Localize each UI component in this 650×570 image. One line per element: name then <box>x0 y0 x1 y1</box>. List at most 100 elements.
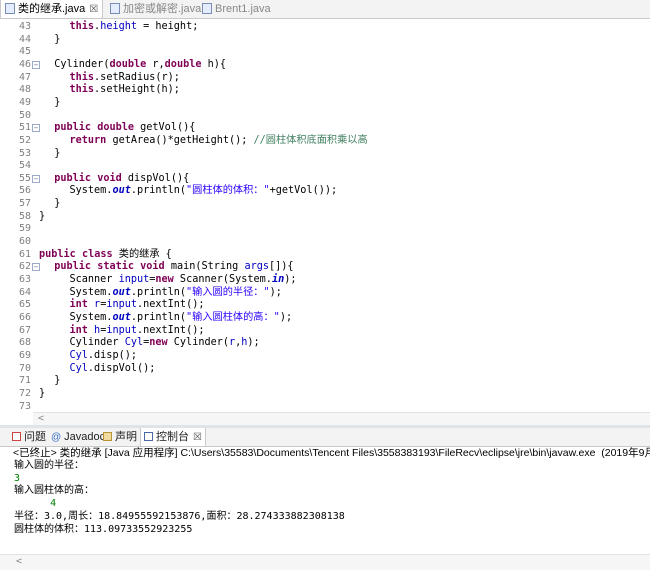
code-line[interactable]: 56 System.out.println("圆柱体的体积："+getVol())… <box>11 185 650 198</box>
code-text: Cyl.disp(); <box>69 349 137 361</box>
line-number: 43 <box>18 21 31 32</box>
tab-label: 控制台 <box>156 431 189 443</box>
code-line[interactable]: 47 this.setRadius(r); <box>11 72 650 85</box>
code-line[interactable]: 44} <box>11 34 650 47</box>
console-output[interactable]: <已终止> 类的继承 [Java 应用程序] C:\Users\35583\Do… <box>0 447 650 569</box>
code-text: System.out.println("输入圆的半径："); <box>69 286 282 298</box>
code-text: Cyl.dispVol(); <box>69 362 156 374</box>
line-number: 49 <box>18 96 31 108</box>
code-text: } <box>39 387 46 399</box>
code-text: this.setRadius(r); <box>69 71 180 83</box>
code-line[interactable]: 63 Scanner input=new Scanner(System.in); <box>11 274 650 287</box>
code-line[interactable]: 62− public static void main(String args[]… <box>11 261 650 274</box>
tab-inheritance-java[interactable]: 类的继承.java ☒ <box>0 0 104 18</box>
line-number: 55 <box>18 172 31 184</box>
console-output-line: 圆柱体的体积：113.09733552923255 <box>14 523 193 535</box>
code-text: } <box>54 147 61 159</box>
code-text: } <box>54 33 61 45</box>
terminated-status: <已终止> 类的继承 [Java 应用程序] C:\Users\35583\Do… <box>13 447 650 459</box>
close-icon[interactable]: ☒ <box>193 432 202 443</box>
code-line[interactable]: 49} <box>11 97 650 110</box>
line-number: 70 <box>18 362 31 374</box>
java-file-icon <box>202 3 212 14</box>
declaration-icon <box>103 432 112 441</box>
console-output-line: 半径：3.0,周长：18.84955592153876,面积：28.274333… <box>14 511 345 522</box>
tab-declaration[interactable]: 声明 <box>103 428 137 446</box>
console-output-line: 输入圆柱体的高： <box>14 485 94 497</box>
tab-label: 问题 <box>24 431 46 443</box>
code-line[interactable]: 64 System.out.println("输入圆的半径："); <box>11 287 650 300</box>
code-line[interactable]: 43 this.height = height; <box>11 21 650 34</box>
code-line[interactable]: 61 public class 类的继承 { <box>11 249 650 262</box>
code-line[interactable]: 52 return getArea()*getHeight(); //圆柱体积底面… <box>11 135 650 148</box>
java-file-icon <box>5 3 15 14</box>
console-horizontal-scrollbar[interactable]: < <box>0 554 650 570</box>
fold-toggle-icon[interactable]: − <box>32 124 40 133</box>
fold-toggle-icon[interactable]: − <box>32 60 40 69</box>
code-line[interactable]: 57} <box>11 198 650 211</box>
code-line[interactable]: 69 Cyl.disp(); <box>11 350 650 363</box>
code-text: Cylinder(double r,double h){ <box>54 58 227 70</box>
tab-label: Javadoc <box>64 431 106 443</box>
tab-label: 加密或解密.java <box>123 3 202 15</box>
line-number: 67 <box>18 324 31 336</box>
code-line[interactable]: 68 Cylinder Cyl=new Cylinder(r,h); <box>11 337 650 350</box>
code-editor[interactable]: 43 this.height = height; 44} 45 46− Cylinder(… <box>0 19 650 427</box>
line-number: 50 <box>18 109 31 121</box>
tab-label: 类的继承.java <box>18 3 86 15</box>
tab-console[interactable]: 控制台 ☒ <box>140 428 206 446</box>
code-line[interactable]: 55− public void dispVol(){ <box>11 173 650 186</box>
fold-toggle-icon[interactable]: − <box>32 263 40 272</box>
line-number: 51 <box>18 122 31 134</box>
line-number: 57 <box>18 198 31 210</box>
tab-brent1-java[interactable]: Brent1.java <box>198 0 275 18</box>
code-line[interactable]: 66 System.out.println("输入圆柱体的高："); <box>11 312 650 325</box>
code-text: public double getVol(){ <box>54 122 196 134</box>
code-text: public void dispVol(){ <box>54 172 190 184</box>
scroll-left-icon[interactable]: < <box>38 413 44 424</box>
line-number: 61 <box>18 248 31 260</box>
line-number: 54 <box>18 160 31 172</box>
line-number: 62 <box>18 261 31 273</box>
code-text: int h=input.nextInt(); <box>69 324 205 336</box>
close-icon[interactable]: ☒ <box>89 4 98 15</box>
tab-javadoc[interactable]: @ Javadoc <box>51 428 105 446</box>
code-line[interactable]: 46− Cylinder(double r,double h){ <box>11 59 650 72</box>
code-line[interactable]: 58} <box>11 211 650 224</box>
line-number: 56 <box>18 185 31 197</box>
code-text: } <box>54 198 61 210</box>
line-number: 58 <box>18 210 31 222</box>
line-number: 64 <box>18 286 31 298</box>
code-line[interactable]: 53} <box>11 148 650 161</box>
line-number: 63 <box>18 274 31 285</box>
code-line[interactable]: 50 <box>11 110 650 123</box>
console-tab-bar: 问题 @ Javadoc 声明 控制台 ☒ <box>0 428 650 447</box>
console-input-line: 3 <box>14 472 21 484</box>
code-line[interactable]: 48 this.setHeight(h); <box>11 84 650 97</box>
overview-ruler <box>0 19 11 412</box>
line-number: 53 <box>18 147 31 159</box>
code-line[interactable]: 71} <box>11 375 650 388</box>
java-file-icon <box>110 3 120 14</box>
code-text: } <box>39 210 46 222</box>
code-line[interactable]: 70 Cyl.dispVol(); <box>11 363 650 376</box>
code-line[interactable]: 59 <box>11 223 650 236</box>
code-line[interactable]: 54 <box>11 160 650 173</box>
code-line[interactable]: 51− public double getVol(){ <box>11 122 650 135</box>
line-number: 71 <box>18 375 31 387</box>
tab-problems[interactable]: 问题 <box>12 428 46 446</box>
javadoc-icon: @ <box>51 432 62 443</box>
line-number: 45 <box>18 46 31 58</box>
fold-toggle-icon[interactable]: − <box>32 174 40 183</box>
scroll-left-icon[interactable]: < <box>16 556 22 567</box>
line-number: 52 <box>18 134 31 146</box>
tab-encrypt-decrypt-java[interactable]: 加密或解密.java <box>106 0 205 18</box>
code-text: Scanner input=new Scanner(System.in); <box>69 274 297 285</box>
code-line[interactable]: 67 int h=input.nextInt(); <box>11 325 650 338</box>
code-line[interactable]: 65 int r=input.nextInt(); <box>11 299 650 312</box>
problems-icon <box>12 432 21 441</box>
code-line[interactable]: 45 <box>11 46 650 59</box>
code-line[interactable]: 60 <box>11 236 650 249</box>
code-line[interactable]: 72} <box>11 388 650 401</box>
code-text: public class 类的继承 { <box>39 248 172 260</box>
